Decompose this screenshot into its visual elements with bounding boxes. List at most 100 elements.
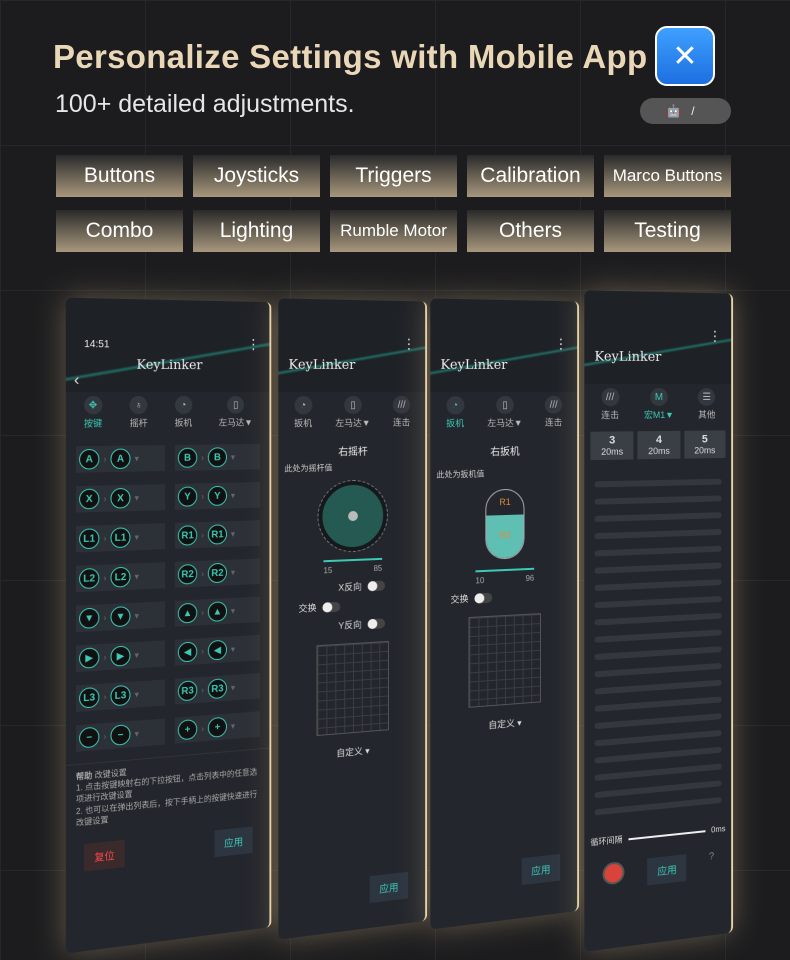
target-key-dropdown[interactable]: L2	[110, 566, 131, 588]
trigger-range-slider[interactable]: 10 96	[475, 567, 535, 586]
dropdown-icon: ▾	[230, 566, 236, 577]
target-key-dropdown[interactable]: +	[207, 716, 227, 738]
target-key-dropdown[interactable]: ▶	[110, 645, 131, 667]
button-mapping-row[interactable]: L1 › L1 ▾	[75, 523, 166, 553]
apply-button[interactable]: 应用	[647, 854, 687, 886]
record-button[interactable]	[602, 860, 625, 886]
vibration-icon: ▯	[496, 395, 514, 415]
dropdown-icon: ▾	[230, 528, 236, 539]
button-mapping-row[interactable]: L3 › L3 ▾	[75, 679, 166, 712]
target-key-dropdown[interactable]: L1	[110, 527, 131, 549]
macro-step[interactable]: 4 20ms	[637, 430, 681, 460]
tab-motor[interactable]: ▯ 左马达▼	[487, 395, 523, 429]
toggle-label: 交换	[298, 602, 317, 614]
tab-turbo[interactable]: /// 连击	[545, 395, 562, 429]
tab-label: 扳机	[174, 417, 193, 428]
back-icon[interactable]: ‹	[74, 372, 79, 390]
stick-hint: 此处为摇杆值	[284, 463, 333, 474]
response-curve[interactable]	[316, 640, 389, 737]
android-icon: 🤖	[666, 104, 682, 118]
curve-select[interactable]: 自定义 ▾	[278, 739, 425, 765]
curve-select[interactable]: 自定义 ▾	[430, 711, 577, 736]
tab-label: 扳机	[446, 418, 465, 429]
dropdown-icon: ▾	[230, 682, 236, 693]
tab-macro[interactable]: M 宏M1▼	[644, 387, 674, 421]
os-badge: 🤖 /	[640, 98, 731, 124]
more-icon[interactable]: ⋮	[402, 336, 415, 353]
tab-label: 左马达▼	[487, 417, 523, 429]
macro-step[interactable]: 3 20ms	[590, 431, 634, 461]
button-mapping-row[interactable]: R1 › R1 ▾	[174, 520, 261, 549]
target-key-dropdown[interactable]: R3	[207, 678, 227, 700]
target-key-dropdown[interactable]: B	[207, 447, 227, 468]
target-key-dropdown[interactable]: ▲	[207, 601, 227, 622]
source-key: L2	[79, 567, 100, 590]
button-mapping-row[interactable]: ▼ › ▼ ▾	[75, 601, 166, 633]
button-mapping-row[interactable]: Y › Y ▾	[174, 482, 261, 510]
more-icon[interactable]: ⋮	[554, 336, 567, 353]
button-mapping-row[interactable]: − › − ▾	[75, 718, 166, 752]
button-mapping-row[interactable]: ▲ › ▲ ▾	[174, 596, 261, 627]
tab-trigger[interactable]: ◔ 扳机	[294, 396, 312, 429]
apply-button[interactable]: 应用	[214, 826, 253, 858]
macro-slots	[584, 464, 731, 832]
tab-others[interactable]: ☰ 其他	[698, 388, 715, 421]
help-icon[interactable]: ?	[709, 851, 714, 878]
x-invert-toggle[interactable]: X反向	[338, 577, 425, 594]
button-mapping-row[interactable]: + › + ▾	[174, 711, 261, 744]
target-key-dropdown[interactable]: ▼	[110, 606, 131, 628]
button-mapping-row[interactable]: R2 › R2 ▾	[174, 558, 261, 588]
tab-motor[interactable]: ▯ 左马达▼	[218, 395, 253, 429]
tab-buttons[interactable]: ✥ 按键	[83, 396, 103, 430]
tab-label: 其他	[698, 409, 716, 420]
button-mapping-row[interactable]: L2 › L2 ▾	[75, 562, 166, 593]
slider-max: 85	[373, 563, 383, 574]
deadzone-slider[interactable]: 15 85	[323, 557, 383, 576]
app-logo: KeyLinker	[136, 357, 203, 374]
joystick-icon: ♁	[129, 396, 148, 415]
response-curve[interactable]	[468, 613, 541, 708]
apply-button[interactable]: 应用	[521, 853, 561, 886]
arrow-icon: ›	[103, 691, 107, 702]
target-key-dropdown[interactable]: L3	[110, 684, 131, 707]
dropdown-icon: ▾	[134, 728, 140, 739]
turbo-icon: ///	[601, 387, 620, 407]
button-mapping-row[interactable]: A › A ▾	[75, 445, 166, 473]
button-mapping-row[interactable]: B › B ▾	[174, 443, 261, 471]
category-lighting: Lighting	[193, 210, 320, 252]
target-key-dropdown[interactable]: Y	[207, 485, 227, 507]
apply-button[interactable]: 应用	[369, 871, 409, 904]
source-key: ▲	[177, 602, 198, 624]
reset-button[interactable]: 复位	[84, 839, 125, 872]
target-key-dropdown[interactable]: X	[110, 487, 131, 509]
button-mapping-row[interactable]: R3 › R3 ▾	[174, 672, 261, 705]
tab-label: 左马达▼	[218, 417, 253, 428]
swap-toggle[interactable]: 交换	[299, 595, 426, 614]
button-mapping-row[interactable]: X › X ▾	[75, 484, 166, 513]
help-title: 改键设置	[94, 767, 127, 780]
button-mapping-row[interactable]: ◀ › ◀ ▾	[174, 634, 261, 666]
macro-step[interactable]: 5 20ms	[683, 430, 726, 459]
dropdown-icon: ▾	[230, 643, 236, 654]
tab-turbo[interactable]: /// 连击	[601, 387, 620, 421]
more-icon[interactable]: ⋮	[708, 328, 721, 345]
trigger-visual: R1 R2	[485, 488, 525, 560]
tab-joystick[interactable]: ♁ 摇杆	[129, 396, 148, 429]
button-mapping-row[interactable]: ▶ › ▶ ▾	[75, 640, 166, 673]
target-key-dropdown[interactable]: R1	[207, 524, 227, 545]
tab-trigger[interactable]: ◔ 扳机	[174, 395, 193, 429]
trigger-icon: ◔	[294, 396, 313, 415]
tab-label: 按键	[83, 418, 103, 429]
tab-trigger[interactable]: ◔ 扳机	[446, 396, 464, 430]
target-key-dropdown[interactable]: A	[110, 448, 131, 470]
target-key-dropdown[interactable]: R2	[207, 562, 227, 584]
tab-turbo[interactable]: /// 连击	[393, 395, 410, 429]
more-icon[interactable]: ⋮	[247, 336, 260, 353]
target-key-dropdown[interactable]: ◀	[207, 639, 227, 661]
source-key: −	[79, 726, 100, 749]
tab-motor[interactable]: ▯ 左马达▼	[335, 395, 371, 429]
swap-toggle[interactable]: 交换	[451, 587, 578, 606]
category-grid: Buttons Joysticks Triggers Calibration M…	[56, 155, 736, 252]
target-key-dropdown[interactable]: −	[110, 724, 131, 746]
y-invert-toggle[interactable]: Y反向	[338, 614, 425, 632]
